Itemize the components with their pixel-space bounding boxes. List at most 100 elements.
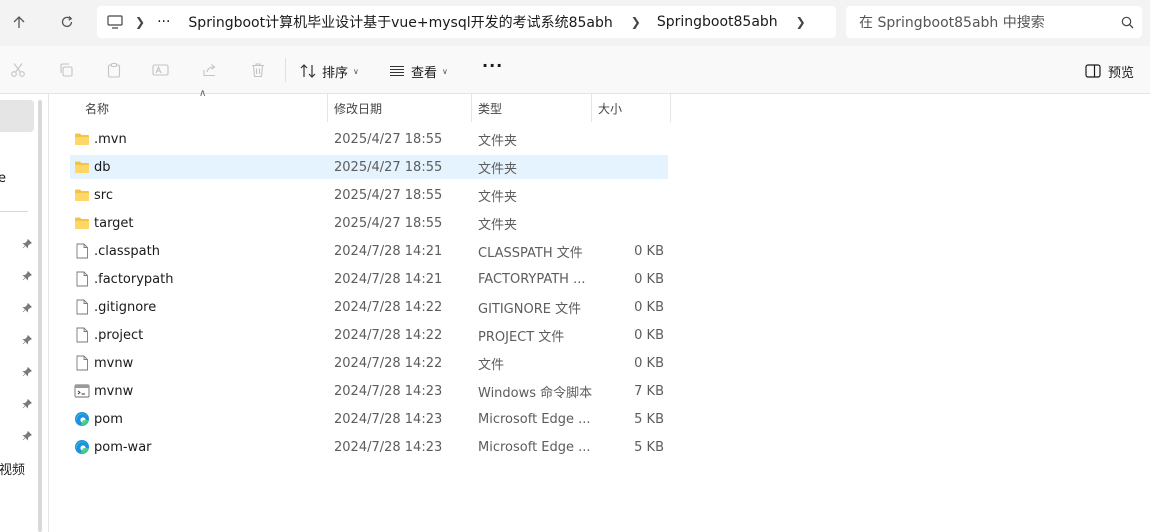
file-date: 2025/4/27 18:55 — [334, 131, 443, 147]
chevron-right-icon[interactable]: ❯ — [796, 15, 806, 29]
file-date: 2025/4/27 18:55 — [334, 215, 443, 231]
file-row[interactable]: mvnw 2024/7/28 14:23 Windows 命令脚本 7 KB — [70, 379, 668, 403]
chevron-down-icon: ∨ — [353, 66, 359, 76]
file-size: 0 KB — [634, 299, 664, 315]
more-options-button[interactable]: ··· — [482, 58, 502, 80]
navigation-pane: e 视频 — [0, 94, 46, 532]
command-bar: 排序 ∨ 查看 ∨ ··· 预览 — [0, 46, 1150, 94]
file-type: FACTORYPATH ... — [478, 271, 586, 287]
file-type: 文件夹 — [478, 189, 518, 205]
cut-button[interactable] — [7, 59, 29, 81]
preview-button[interactable]: 预览 — [1085, 58, 1134, 84]
trash-icon — [252, 63, 264, 78]
preview-pane-icon — [1085, 64, 1101, 78]
file-row[interactable]: .mvn 2025/4/27 18:55 文件夹 — [70, 127, 668, 151]
file-row[interactable]: pom-war 2024/7/28 14:23 Microsoft Edge ...… — [70, 435, 668, 459]
file-type: CLASSPATH 文件 — [478, 245, 583, 261]
file-size: 0 KB — [634, 355, 664, 371]
file-icon — [74, 355, 90, 371]
pin-icon — [21, 270, 33, 282]
paste-icon — [107, 62, 121, 78]
search-input[interactable]: 在 Springboot85abh 中搜索 — [846, 6, 1142, 38]
column-header-date[interactable]: 修改日期 — [328, 94, 471, 122]
view-button[interactable]: 查看 ∨ — [389, 58, 448, 84]
file-size: 5 KB — [634, 439, 664, 455]
file-row[interactable]: .factorypath 2024/7/28 14:21 FACTORYPATH .… — [70, 267, 668, 291]
delete-button[interactable] — [247, 59, 269, 81]
address-bar-row: ❯ ··· Springboot计算机毕业设计基于vue+mysql开发的考试系… — [0, 0, 1150, 46]
sort-label: 排序 — [322, 65, 349, 81]
file-date: 2025/4/27 18:55 — [334, 187, 443, 203]
file-date: 2024/7/28 14:23 — [334, 383, 443, 399]
file-date: 2024/7/28 14:22 — [334, 327, 443, 343]
column-header-type[interactable]: 类型 — [472, 94, 591, 122]
edge-icon — [74, 411, 90, 427]
file-type: 文件 — [478, 357, 505, 373]
file-type: Microsoft Edge ... — [478, 411, 591, 427]
rename-button[interactable] — [150, 59, 172, 81]
sort-button[interactable]: 排序 ∨ — [300, 58, 359, 84]
file-row[interactable]: src 2025/4/27 18:55 文件夹 — [70, 183, 668, 207]
chevron-right-icon[interactable]: ❯ — [631, 15, 641, 29]
file-name: .gitignore — [94, 299, 157, 315]
file-name: .classpath — [94, 243, 160, 259]
file-row[interactable]: mvnw 2024/7/28 14:22 文件 0 KB — [70, 351, 668, 375]
address-bar[interactable]: ❯ ··· Springboot计算机毕业设计基于vue+mysql开发的考试系… — [97, 6, 836, 38]
file-date: 2024/7/28 14:21 — [334, 243, 443, 259]
preview-label: 预览 — [1108, 65, 1135, 81]
script-icon — [74, 383, 90, 399]
share-icon — [203, 64, 216, 77]
share-button[interactable] — [199, 59, 221, 81]
folder-icon — [74, 215, 90, 231]
file-name: src — [94, 187, 113, 203]
copy-button[interactable] — [55, 59, 77, 81]
folder-icon — [74, 131, 90, 147]
scissors-icon — [11, 63, 25, 77]
file-icon — [74, 299, 90, 315]
nav-scrollbar[interactable] — [38, 100, 42, 532]
sort-icon — [300, 64, 316, 78]
column-header-name[interactable]: 名称 — [79, 94, 327, 122]
folder-icon — [74, 187, 90, 203]
breadcrumb-current[interactable]: Springboot85abh — [657, 14, 778, 30]
file-date: 2024/7/28 14:23 — [334, 439, 443, 455]
path-overflow-button[interactable]: ··· — [157, 14, 170, 30]
column-divider[interactable] — [670, 94, 671, 122]
refresh-button[interactable] — [53, 8, 81, 36]
file-type: PROJECT 文件 — [478, 329, 565, 345]
file-name: target — [94, 215, 134, 231]
file-row[interactable]: .classpath 2024/7/28 14:21 CLASSPATH 文件 0 K… — [70, 239, 668, 263]
chevron-down-icon: ∨ — [442, 66, 448, 76]
file-name: .mvn — [94, 131, 127, 147]
file-name: pom — [94, 411, 123, 427]
file-row[interactable]: .gitignore 2024/7/28 14:22 GITIGNORE 文件 0 K… — [70, 295, 668, 319]
chevron-right-icon[interactable]: ❯ — [135, 15, 145, 29]
copy-icon — [60, 63, 73, 77]
nav-item-selected[interactable] — [0, 100, 34, 132]
file-type: 文件夹 — [478, 217, 518, 233]
file-row[interactable]: pom 2024/7/28 14:23 Microsoft Edge ... 5 KB — [70, 407, 668, 431]
paste-button[interactable] — [103, 59, 125, 81]
file-date: 2024/7/28 14:22 — [334, 355, 443, 371]
rename-icon — [152, 64, 169, 76]
file-date: 2025/4/27 18:55 — [334, 159, 443, 175]
file-row[interactable]: db 2025/4/27 18:55 文件夹 — [70, 155, 668, 179]
nav-item-videos[interactable]: 视频 — [0, 459, 25, 478]
file-size: 0 KB — [634, 271, 664, 287]
file-size: 5 KB — [634, 411, 664, 427]
file-type: GITIGNORE 文件 — [478, 301, 582, 317]
nav-item-label[interactable]: e — [0, 171, 6, 186]
search-icon — [1112, 16, 1142, 29]
up-arrow-button[interactable] — [5, 8, 33, 36]
pin-icon — [21, 430, 33, 442]
file-type: 文件夹 — [478, 133, 518, 149]
column-header-size[interactable]: 大小 — [592, 94, 670, 122]
pin-icon — [21, 398, 33, 410]
file-name: .factorypath — [94, 271, 174, 287]
breadcrumb-parent[interactable]: Springboot计算机毕业设计基于vue+mysql开发的考试系统85abh — [188, 12, 612, 32]
up-arrow-icon — [13, 16, 25, 28]
file-name: mvnw — [94, 355, 134, 371]
file-type: 文件夹 — [478, 161, 518, 177]
file-row[interactable]: .project 2024/7/28 14:22 PROJECT 文件 0 KB — [70, 323, 668, 347]
file-row[interactable]: target 2025/4/27 18:55 文件夹 — [70, 211, 668, 235]
